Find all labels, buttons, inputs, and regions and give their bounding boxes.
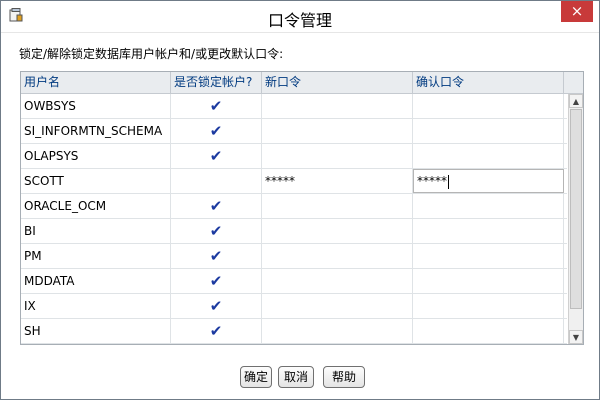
confirm-password-cell[interactable] (413, 144, 564, 168)
new-password-cell[interactable] (262, 119, 413, 143)
text-caret (448, 174, 449, 189)
username-cell[interactable]: ORACLE_OCM (21, 194, 171, 218)
lock-checkbox[interactable]: ✔ (171, 294, 262, 318)
new-password-cell[interactable] (262, 244, 413, 268)
user-accounts-table: 用户名 是否锁定帐户? 新口令 确认口令 OWBSYS ✔ SI_INFORMT… (20, 71, 584, 345)
new-password-cell[interactable] (262, 219, 413, 243)
new-password-cell[interactable] (262, 144, 413, 168)
lock-checkbox[interactable]: ✔ (171, 219, 262, 243)
confirm-password-cell[interactable] (413, 294, 564, 318)
table-row: ORACLE_OCM ✔ (21, 194, 567, 219)
lock-checkbox[interactable]: ✔ (171, 244, 262, 268)
username-cell[interactable]: MDDATA (21, 269, 171, 293)
instruction-text: 锁定/解除锁定数据库用户帐户和/或更改默认口令: (19, 47, 284, 61)
lock-checkbox[interactable]: ✔ (171, 269, 262, 293)
confirm-password-value: ***** (417, 174, 447, 188)
lock-checkbox[interactable]: ✔ (171, 194, 262, 218)
column-header-confirm-password[interactable]: 确认口令 (413, 72, 564, 93)
new-password-cell[interactable] (262, 294, 413, 318)
username-cell[interactable]: BI (21, 219, 171, 243)
new-password-cell[interactable] (262, 269, 413, 293)
confirm-password-input[interactable]: ***** (413, 169, 564, 193)
table-row: OWBSYS ✔ (21, 94, 567, 119)
table-row: SI_INFORMTN_SCHEMA ✔ (21, 119, 567, 144)
window-title: 口令管理 (267, 11, 332, 30)
column-header-new-password[interactable]: 新口令 (262, 72, 413, 93)
column-header-username[interactable]: 用户名 (21, 72, 171, 93)
username-cell[interactable]: OWBSYS (21, 94, 171, 118)
new-password-cell[interactable]: ***** (262, 169, 413, 193)
table-row: SCOTT ***** ***** (21, 169, 567, 194)
column-header-locked[interactable]: 是否锁定帐户? (171, 72, 262, 93)
scroll-up-icon[interactable]: ▲ (569, 94, 583, 108)
table-row: PM ✔ (21, 244, 567, 269)
table-row: SH ✔ (21, 319, 567, 344)
lock-checkbox[interactable]: ✔ (171, 144, 262, 168)
close-button[interactable]: × (561, 1, 593, 22)
new-password-cell[interactable] (262, 319, 413, 343)
new-password-cell[interactable] (262, 94, 413, 118)
help-button[interactable]: 帮助 (323, 366, 365, 388)
table-row: IX ✔ (21, 294, 567, 319)
username-cell[interactable]: SI_INFORMTN_SCHEMA (21, 119, 171, 143)
vertical-scrollbar[interactable]: ▲ ▼ (568, 94, 583, 344)
username-cell[interactable]: IX (21, 294, 171, 318)
scrollbar-thumb[interactable] (570, 109, 582, 309)
title-bar: 口令管理 × (1, 1, 599, 33)
confirm-password-cell[interactable] (413, 119, 564, 143)
cancel-button[interactable]: 取消 (278, 366, 314, 388)
lock-checkbox[interactable]: ✔ (171, 119, 262, 143)
lock-checkbox[interactable]: ✔ (171, 94, 262, 118)
scroll-down-icon[interactable]: ▼ (569, 330, 583, 344)
table-row: OLAPSYS ✔ (21, 144, 567, 169)
new-password-cell[interactable] (262, 194, 413, 218)
table-row: BI ✔ (21, 219, 567, 244)
table-row: MDDATA ✔ (21, 269, 567, 294)
username-cell[interactable]: SH (21, 319, 171, 343)
username-cell[interactable]: OLAPSYS (21, 144, 171, 168)
confirm-password-cell[interactable] (413, 94, 564, 118)
lock-checkbox[interactable] (171, 169, 262, 193)
confirm-password-cell[interactable] (413, 219, 564, 243)
lock-checkbox[interactable]: ✔ (171, 319, 262, 343)
username-cell[interactable]: SCOTT (21, 169, 171, 193)
confirm-password-cell[interactable] (413, 194, 564, 218)
confirm-password-cell[interactable] (413, 244, 564, 268)
table-header: 用户名 是否锁定帐户? 新口令 确认口令 (21, 72, 583, 94)
confirm-password-cell[interactable] (413, 319, 564, 343)
confirm-password-cell[interactable] (413, 269, 564, 293)
ok-button[interactable]: 确定 (240, 366, 272, 388)
username-cell[interactable]: PM (21, 244, 171, 268)
password-management-dialog: 口令管理 × 锁定/解除锁定数据库用户帐户和/或更改默认口令: 用户名 是否锁定… (0, 0, 600, 400)
